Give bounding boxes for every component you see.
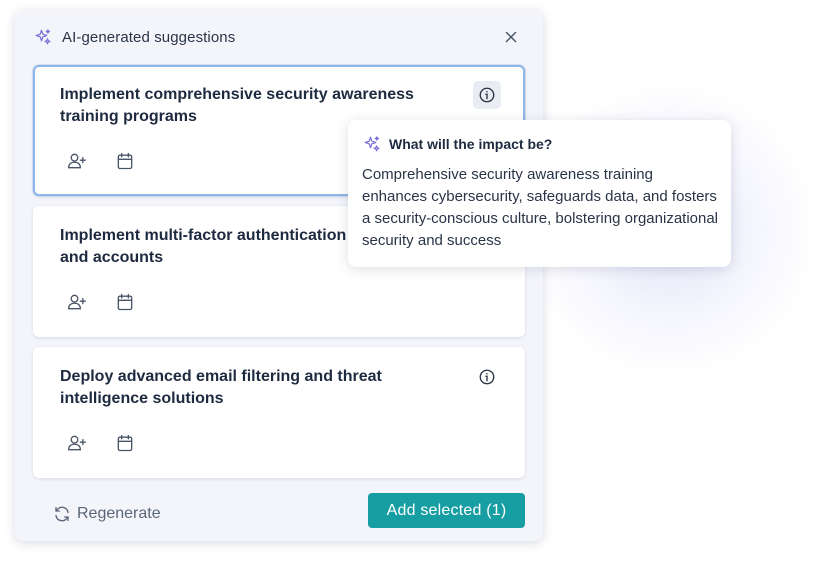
info-button[interactable] <box>473 363 501 391</box>
suggestions-panel: AI-generated suggestions Implement compr… <box>15 10 543 541</box>
card-actions <box>67 151 135 171</box>
suggestion-title: Deploy advanced email filtering and thre… <box>60 368 382 407</box>
calendar-icon[interactable] <box>115 292 135 312</box>
impact-tooltip: What will the impact be? Comprehensive s… <box>348 120 731 267</box>
info-icon <box>479 87 495 103</box>
info-button[interactable] <box>473 81 501 109</box>
regenerate-label: Regenerate <box>77 505 161 522</box>
panel-title: AI-generated suggestions <box>62 29 236 46</box>
card-actions <box>67 433 135 453</box>
sparkle-icon <box>364 136 380 152</box>
sparkle-icon <box>35 29 51 45</box>
suggestion-card[interactable]: Deploy advanced email filtering and thre… <box>33 347 525 478</box>
regenerate-button[interactable]: Regenerate <box>53 502 161 526</box>
add-selected-button[interactable]: Add selected (1) <box>368 493 525 528</box>
tooltip-title: What will the impact be? <box>389 136 553 152</box>
info-icon <box>479 369 495 385</box>
refresh-icon <box>55 506 69 522</box>
card-actions <box>67 292 135 312</box>
assign-user-icon[interactable] <box>67 292 87 312</box>
close-icon[interactable] <box>502 28 520 46</box>
assign-user-icon[interactable] <box>67 151 87 171</box>
tooltip-body: Comprehensive security awareness trainin… <box>362 166 719 249</box>
panel-footer: Regenerate Add selected (1) <box>15 488 543 541</box>
calendar-icon[interactable] <box>115 433 135 453</box>
panel-header: AI-generated suggestions <box>15 10 543 64</box>
calendar-icon[interactable] <box>115 151 135 171</box>
assign-user-icon[interactable] <box>67 433 87 453</box>
